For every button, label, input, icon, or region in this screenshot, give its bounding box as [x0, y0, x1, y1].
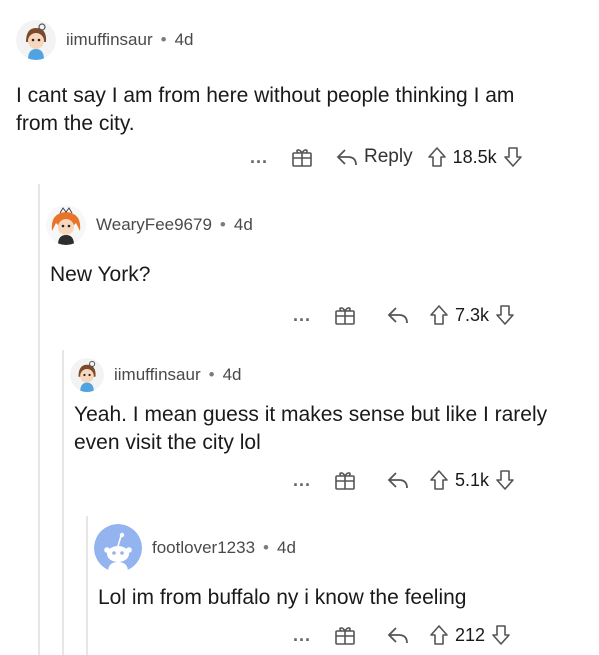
- vote-count: 7.3k: [455, 304, 490, 325]
- comment: WearyFee9679 • 4d New York?: [46, 205, 586, 289]
- comment-text: New York?: [50, 263, 151, 286]
- upvote-arrow-icon: [427, 147, 446, 167]
- comment: footlover1233 • 4d Lol im from buffalo n…: [94, 524, 594, 612]
- reply-arrow-icon: [387, 307, 408, 324]
- award-gift-icon[interactable]: [290, 145, 314, 169]
- award-gift-icon[interactable]: [333, 623, 357, 647]
- downvote-button[interactable]: [491, 624, 511, 646]
- comment-actions: ... Reply 18.5k: [250, 142, 523, 172]
- comment: iimuffinsaur • 4d I cant say I am from h…: [16, 20, 586, 138]
- downvote-arrow-icon: [496, 470, 514, 490]
- comment-age: 4d: [222, 365, 242, 384]
- orange-hair-avatar-icon: [46, 205, 86, 245]
- comment-header: WearyFee9679 • 4d: [46, 205, 586, 245]
- upvote-arrow-icon: [430, 625, 448, 645]
- comment: iimuffinsaur • 4d Yeah. I mean guess it …: [70, 355, 590, 457]
- avatar[interactable]: [70, 358, 104, 392]
- reply-label: Reply: [364, 146, 413, 167]
- reply-arrow-icon: [387, 472, 408, 489]
- thread-line: [38, 184, 40, 655]
- upvote-button[interactable]: [429, 624, 449, 646]
- comment-header: footlover1233 • 4d: [94, 524, 594, 572]
- comment-age: 4d: [276, 538, 296, 557]
- comment-age: 4d: [174, 30, 194, 49]
- thread-line: [86, 516, 88, 655]
- username[interactable]: iimuffinsaur: [114, 365, 201, 385]
- separator-dot: •: [219, 215, 226, 234]
- upvote-button[interactable]: [429, 469, 449, 491]
- vote-count: 5.1k: [455, 469, 490, 490]
- reply-button[interactable]: [387, 470, 409, 490]
- default-snoo-avatar-icon: [94, 524, 142, 572]
- upvote-arrow-icon: [430, 305, 448, 325]
- award-gift-icon[interactable]: [333, 468, 357, 492]
- reply-button[interactable]: [387, 625, 409, 645]
- comment-actions: ... 7.3k: [293, 300, 515, 330]
- more-options-button[interactable]: ...: [293, 470, 311, 491]
- reply-button[interactable]: Reply: [336, 146, 413, 168]
- reply-arrow-icon: [387, 627, 408, 644]
- upvote-arrow-icon: [430, 470, 448, 490]
- downvote-button[interactable]: [495, 469, 515, 491]
- username[interactable]: WearyFee9679: [96, 215, 212, 235]
- comment-actions: ... 212: [293, 620, 511, 650]
- comment-text: Yeah. I mean guess it makes sense but li…: [74, 403, 548, 454]
- downvote-arrow-icon: [492, 625, 510, 645]
- more-options-button[interactable]: ...: [250, 147, 268, 168]
- award-gift-icon[interactable]: [333, 303, 357, 327]
- muffin-avatar-icon: [70, 358, 104, 392]
- username[interactable]: footlover1233: [152, 538, 255, 558]
- downvote-button[interactable]: [503, 146, 523, 168]
- downvote-arrow-icon: [503, 147, 522, 167]
- upvote-button[interactable]: [429, 304, 449, 326]
- vote-count: 18.5k: [452, 146, 497, 167]
- more-options-button[interactable]: ...: [293, 305, 311, 326]
- avatar[interactable]: [94, 524, 142, 572]
- vote-count: 212: [455, 624, 486, 645]
- reply-button[interactable]: [387, 305, 409, 325]
- separator-dot: •: [263, 538, 269, 557]
- thread-line: [62, 350, 64, 655]
- comment-age: 4d: [233, 215, 253, 234]
- avatar[interactable]: [46, 205, 86, 245]
- muffin-avatar-icon: [16, 20, 56, 60]
- comment-header: iimuffinsaur • 4d: [70, 355, 590, 395]
- comment-text: Lol im from buffalo ny i know the feelin…: [98, 586, 467, 609]
- reply-arrow-icon: [336, 149, 357, 166]
- username[interactable]: iimuffinsaur: [66, 30, 153, 50]
- comment-actions: ... 5.1k: [293, 465, 515, 495]
- separator-dot: •: [160, 30, 167, 49]
- separator-dot: •: [208, 365, 215, 384]
- downvote-arrow-icon: [496, 305, 514, 325]
- more-options-button[interactable]: ...: [293, 625, 311, 646]
- upvote-button[interactable]: [427, 146, 447, 168]
- comment-text: I cant say I am from here without people…: [16, 84, 515, 135]
- avatar[interactable]: [16, 20, 56, 60]
- downvote-button[interactable]: [495, 304, 515, 326]
- comment-header: iimuffinsaur • 4d: [16, 20, 586, 60]
